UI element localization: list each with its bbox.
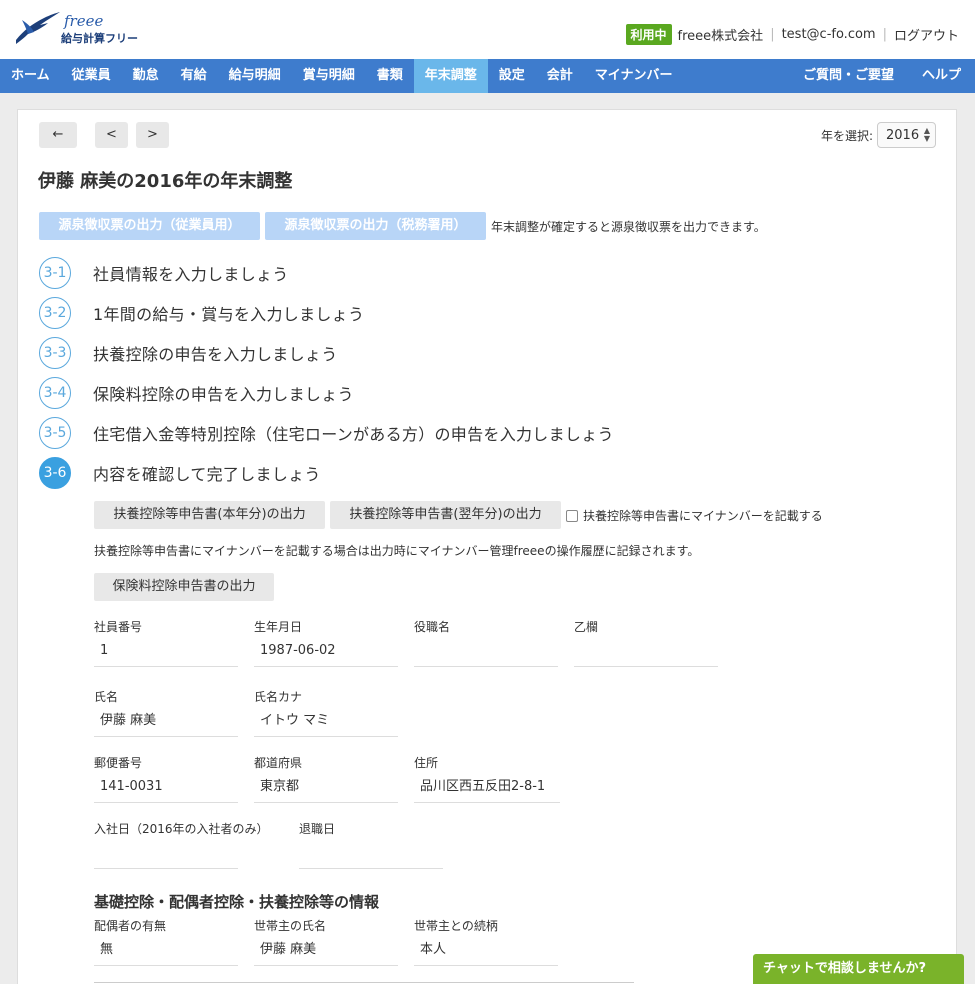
field-label: 乙欄 [574,620,599,634]
step-3-1[interactable]: 3-1 社員情報を入力しましょう [39,257,289,289]
deduction-section-title: 基礎控除・配偶者控除・扶養控除等の情報 [94,893,380,911]
next-year-button[interactable]: > [136,122,169,148]
step-label: 住宅借入金等特別控除（住宅ローンがある方）の申告を入力しましょう [93,425,614,444]
field-label: 社員番号 [94,620,143,634]
name-kana-field: イトウ マミ [254,705,398,737]
step-3-2[interactable]: 3-2 1年間の給与・賞与を入力しましょう [39,297,364,329]
field-label: 世帯主との続柄 [414,919,498,933]
company-name[interactable]: freee株式会社 [678,25,764,44]
nav-item-feedback[interactable]: ご質問・ご要望 [789,59,908,93]
position-field [414,635,558,667]
logo-text: freee [64,12,104,30]
field-label: 入社日（2016年の入社者のみ） [94,822,269,836]
step-number: 3-2 [39,297,71,329]
status-badge: 利用中 [625,24,672,45]
nav-item-help[interactable]: ヘルプ [908,59,975,93]
nav-item-mynumber[interactable]: マイナンバー [584,59,684,93]
withholding-employee-button[interactable]: 源泉徴収票の出力（従業員用） [39,212,260,240]
step-number: 3-5 [39,417,71,449]
page-title: 伊藤 麻美の2016年の年末調整 [38,171,293,192]
nav-item-bonus-slips[interactable]: 賞与明細 [292,59,366,93]
field-label: 配偶者の有無 [94,919,167,933]
field-label: 世帯主の氏名 [254,919,327,933]
employee-no-field: 1 [94,635,238,667]
nav-item-payslips[interactable]: 給与明細 [218,59,292,93]
field-label: 生年月日 [254,620,303,634]
step-number: 3-4 [39,377,71,409]
year-select[interactable]: 2016 ▲ ▼ [877,122,936,148]
join-date-field [94,837,238,869]
section-divider [94,982,634,983]
step-3-6[interactable]: 3-6 内容を確認して完了しましょう [39,457,321,489]
year-selector: 年を選択: 2016 ▲ ▼ [821,122,936,148]
address-field: 品川区西五反田2-8-1 [414,771,560,803]
nav-item-accounting[interactable]: 会計 [536,59,584,93]
back-button[interactable]: ← [39,122,77,148]
spouse-field: 無 [94,934,238,966]
step-label: 内容を確認して完了しましょう [93,465,321,484]
step-number-active: 3-6 [39,457,71,489]
step-3-4[interactable]: 3-4 保険料控除の申告を入力しましょう [39,377,354,409]
main-panel: ← < > 年を選択: 2016 ▲ ▼ 伊藤 麻美の2016年の年末調整 源泉徴… [17,109,957,984]
step-3-5[interactable]: 3-5 住宅借入金等特別控除（住宅ローンがある方）の申告を入力しましょう [39,417,614,449]
householder-relation-field: 本人 [414,934,558,966]
postal-field: 141-0031 [94,771,238,803]
select-arrows-icon: ▲ ▼ [923,126,930,143]
nav-item-year-end[interactable]: 年末調整 [413,59,488,93]
step-number: 3-3 [39,337,71,369]
year-select-label: 年を選択: [820,128,873,143]
logout-link[interactable]: ログアウト [894,25,959,44]
logo-product-name: 給与計算フリー [61,32,138,45]
swallow-logo-icon [16,12,60,44]
chevron-right-icon: > [147,127,158,142]
top-header: freee 給与計算フリー 利用中 freee株式会社 | test@c-fo.… [0,0,975,59]
field-label: 郵便番号 [94,756,143,770]
field-label: 氏名カナ [254,690,303,704]
nav-item-employees[interactable]: 従業員 [61,59,122,93]
output-insurance-button[interactable]: 保険料控除申告書の出力 [94,573,274,601]
field-label: 退職日 [299,822,336,836]
user-email[interactable]: test@c-fo.com [782,27,876,42]
name-field: 伊藤 麻美 [94,705,238,737]
nav-item-documents[interactable]: 書類 [366,59,414,93]
step-number: 3-1 [39,257,71,289]
mynumber-checkbox[interactable] [566,509,578,522]
field-label: 都道府県 [254,756,303,770]
prefecture-field: 東京都 [254,771,398,803]
withholding-note: 年末調整が確定すると源泉徴収票を出力できます。 [491,220,766,234]
chevron-left-icon: < [106,127,117,142]
output-next-year-button[interactable]: 扶養控除等申告書(翌年分)の出力 [330,501,561,529]
divider: | [882,27,887,42]
field-label: 氏名 [94,690,119,704]
main-nav: ホーム 従業員 勤怠 有給 給与明細 賞与明細 書類 年末調整 設定 会計 マイ… [0,59,975,93]
step-3-3[interactable]: 3-3 扶養控除の申告を入力しましょう [39,337,338,369]
mynumber-checkbox-label: 扶養控除等申告書にマイナンバーを記載する [583,509,823,523]
arrow-left-icon: ← [52,127,64,142]
output-current-year-button[interactable]: 扶養控除等申告書(本年分)の出力 [94,501,325,529]
birthdate-field: 1987-06-02 [254,635,398,667]
field-label: 住所 [414,756,439,770]
leave-date-field [299,837,443,869]
user-bar: 利用中 freee株式会社 | test@c-fo.com | ログアウト [625,24,959,45]
otsu-field [574,635,718,667]
householder-name-field: 伊藤 麻美 [254,934,398,966]
step-label: 扶養控除の申告を入力しましょう [93,345,338,364]
chat-widget-button[interactable]: チャットで相談しませんか? [753,954,964,984]
step-label: 保険料控除の申告を入力しましょう [93,385,354,404]
nav-item-paid-leave[interactable]: 有給 [170,59,218,93]
freee-logo[interactable]: freee 給与計算フリー [14,10,154,50]
withholding-taxoffice-button[interactable]: 源泉徴収票の出力（税務署用） [265,212,486,240]
mynumber-note: 扶養控除等申告書にマイナンバーを記載する場合は出力時にマイナンバー管理freee… [94,544,700,558]
prev-year-button[interactable]: < [95,122,128,148]
field-label: 役職名 [414,620,451,634]
nav-item-settings[interactable]: 設定 [488,59,536,93]
step-label: 1年間の給与・賞与を入力しましょう [93,305,365,324]
nav-item-home[interactable]: ホーム [0,59,61,93]
nav-item-attendance[interactable]: 勤怠 [122,59,170,93]
divider: | [770,27,775,42]
mynumber-checkbox-row[interactable]: 扶養控除等申告書にマイナンバーを記載する [566,507,823,524]
step-label: 社員情報を入力しましょう [93,265,289,284]
year-select-value: 2016 [886,127,920,143]
